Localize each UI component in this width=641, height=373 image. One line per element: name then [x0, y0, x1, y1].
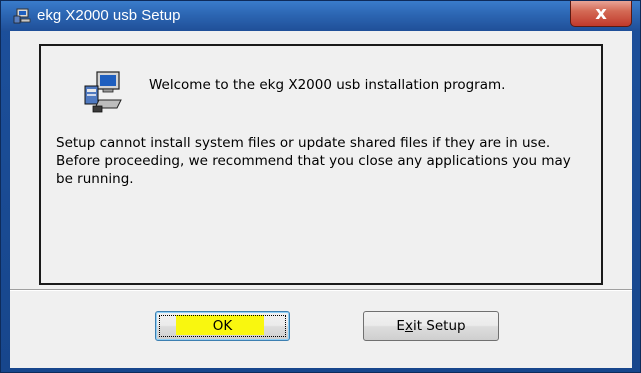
divider — [10, 289, 632, 291]
setup-computer-icon — [84, 71, 122, 113]
exit-label-prefix: E — [396, 318, 405, 334]
window-title: ekg X2000 usb Setup — [37, 7, 181, 24]
exit-label-suffix: it Setup — [412, 318, 466, 334]
welcome-message: Welcome to the ekg X2000 usb installatio… — [149, 77, 506, 93]
welcome-panel: Welcome to the ekg X2000 usb installatio… — [39, 44, 603, 285]
close-button[interactable]: x — [570, 1, 632, 27]
dialog-client-area: Welcome to the ekg X2000 usb installatio… — [10, 31, 632, 368]
setup-instructions: Setup cannot install system files or upd… — [56, 135, 571, 187]
exit-label-accelerator: x — [404, 318, 413, 334]
ok-button[interactable]: OK — [155, 311, 290, 341]
ok-button-label: OK — [212, 318, 233, 334]
title-bar[interactable]: ekg X2000 usb Setup x — [1, 1, 640, 31]
setup-window: ekg X2000 usb Setup x Welcome to the ekg… — [0, 0, 641, 373]
close-icon: x — [595, 2, 607, 24]
setup-computer-icon — [13, 8, 31, 24]
exit-setup-button[interactable]: Ex it Setup — [363, 311, 499, 341]
